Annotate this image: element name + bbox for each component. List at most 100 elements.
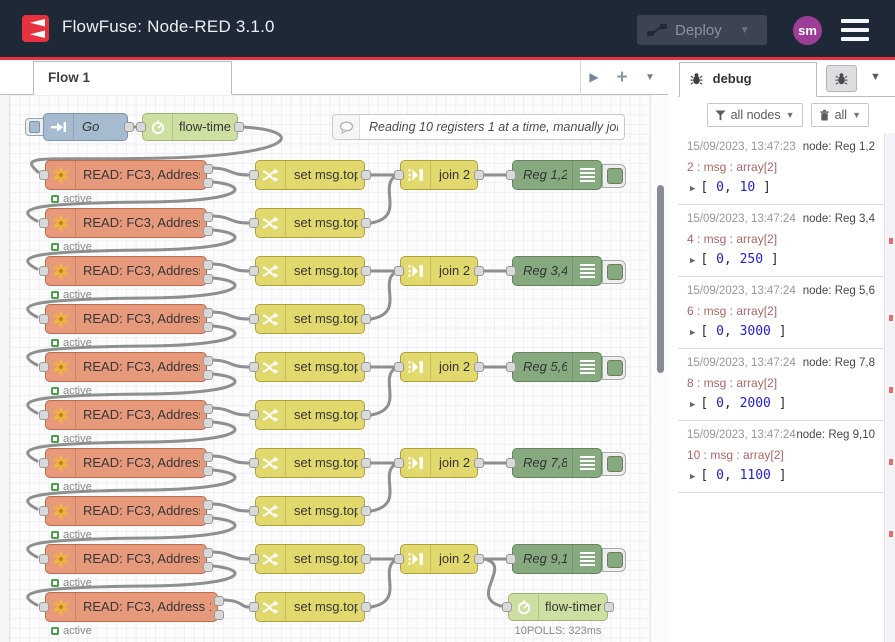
debug-node[interactable]: Reg 5,6 [512,352,602,382]
input-port[interactable] [249,602,259,612]
add-flow-button[interactable]: + [612,60,632,95]
tab-debug[interactable]: debug [679,62,817,97]
sidebar-options-caret-icon[interactable]: ▼ [870,71,881,83]
join-node[interactable]: join 2 [400,352,478,382]
output-port[interactable] [361,458,371,468]
modbus-read-node[interactable]: READ: FC3, Address 7 active [45,448,207,478]
output-port[interactable] [474,266,484,276]
debug-clear-button[interactable]: all ▼ [811,103,869,127]
expand-caret-icon[interactable]: ▶ [690,328,695,338]
expand-caret-icon[interactable]: ▶ [690,400,695,410]
tab-flow-1[interactable]: Flow 1 [33,61,232,95]
input-port[interactable] [39,218,49,228]
debug-node[interactable]: Reg 7,8 [512,448,602,478]
change-node[interactable]: set msg.topic [255,400,365,430]
input-port[interactable] [39,314,49,324]
output-port-2[interactable] [203,514,213,524]
flow-list-caret-icon[interactable]: ▼ [640,60,660,95]
input-port[interactable] [39,602,49,612]
input-port[interactable] [394,458,404,468]
expand-caret-icon[interactable]: ▶ [690,256,695,266]
output-port-2[interactable] [203,418,213,428]
deploy-button[interactable]: Deploy ▼ [637,15,767,45]
user-avatar[interactable]: sm [793,16,822,45]
output-port[interactable] [361,554,371,564]
change-node[interactable]: set msg.topic [255,304,365,334]
change-node[interactable]: set msg.topic [255,544,365,574]
input-port[interactable] [249,458,259,468]
inject-button[interactable] [25,118,44,136]
debug-node[interactable]: Reg 9,10 [512,544,602,574]
flow-timer-node[interactable]: flow-timer [142,113,238,141]
output-port[interactable] [361,506,371,516]
change-node[interactable]: set msg.topic [255,352,365,382]
input-port[interactable] [39,410,49,420]
input-port[interactable] [249,218,259,228]
change-node[interactable]: set msg.topic [255,496,365,526]
debug-toggle-button[interactable] [602,260,626,284]
output-port-2[interactable] [203,562,213,572]
output-port-1[interactable] [203,548,213,558]
join-node[interactable]: join 2 [400,544,478,574]
input-port[interactable] [39,266,49,276]
output-port[interactable] [604,602,614,612]
join-node[interactable]: join 2 [400,160,478,190]
join-node[interactable]: join 2 [400,448,478,478]
output-port-2[interactable] [203,370,213,380]
join-node[interactable]: join 2 [400,256,478,286]
input-port[interactable] [506,458,516,468]
output-port[interactable] [361,362,371,372]
output-port[interactable] [361,218,371,228]
expand-caret-icon[interactable]: ▶ [690,184,695,194]
output-port-1[interactable] [203,452,213,462]
comment-node[interactable]: Reading 10 registers 1 at a time, manual… [332,114,625,140]
input-port[interactable] [249,410,259,420]
output-port-2[interactable] [214,610,224,620]
debug-node[interactable]: Reg 3,4 [512,256,602,286]
input-port[interactable] [394,554,404,564]
input-port[interactable] [506,170,516,180]
output-port-1[interactable] [203,260,213,270]
input-port[interactable] [394,266,404,276]
input-port[interactable] [136,122,146,132]
output-port[interactable] [361,314,371,324]
change-node[interactable]: set msg.topic [255,592,365,622]
input-port[interactable] [249,506,259,516]
canvas-scrollbar-thumb[interactable] [657,185,664,373]
flow-timer-node[interactable]: flow-timer [508,593,608,621]
modbus-read-node[interactable]: READ: FC3, Address 8 active [45,496,207,526]
modbus-read-node[interactable]: READ: FC3, Address 5 active [45,352,207,382]
modbus-read-node[interactable]: READ: FC3, Address 6 active [45,400,207,430]
input-port[interactable] [394,170,404,180]
input-port[interactable] [502,602,512,612]
output-port-1[interactable] [203,356,213,366]
input-port[interactable] [249,362,259,372]
debug-node[interactable]: Reg 1,2 [512,160,602,190]
output-port-2[interactable] [203,466,213,476]
output-port-2[interactable] [203,322,213,332]
input-port[interactable] [249,314,259,324]
modbus-read-node[interactable]: READ: FC3, Address 10 active [45,592,218,622]
output-port[interactable] [474,458,484,468]
output-port-1[interactable] [203,308,213,318]
debug-panel-button[interactable] [826,65,857,92]
input-port[interactable] [249,170,259,180]
modbus-read-node[interactable]: READ: FC3, Address 3 active [45,256,207,286]
modbus-read-node[interactable]: READ: FC3, Address 1 active [45,160,207,190]
main-menu-icon[interactable] [841,19,869,41]
output-port[interactable] [124,122,134,132]
debug-toggle-button[interactable] [602,548,626,572]
output-port[interactable] [474,170,484,180]
change-node[interactable]: set msg.topic [255,208,365,238]
input-port[interactable] [249,266,259,276]
input-port[interactable] [39,170,49,180]
output-port-1[interactable] [203,404,213,414]
debug-toggle-button[interactable] [602,164,626,188]
modbus-read-node[interactable]: READ: FC3, Address 4 active [45,304,207,334]
debug-filter-button[interactable]: all nodes ▼ [707,103,803,127]
input-port[interactable] [39,554,49,564]
canvas-scrollbar-track[interactable] [650,95,668,642]
input-port[interactable] [39,506,49,516]
output-port-1[interactable] [203,500,213,510]
input-port[interactable] [506,362,516,372]
